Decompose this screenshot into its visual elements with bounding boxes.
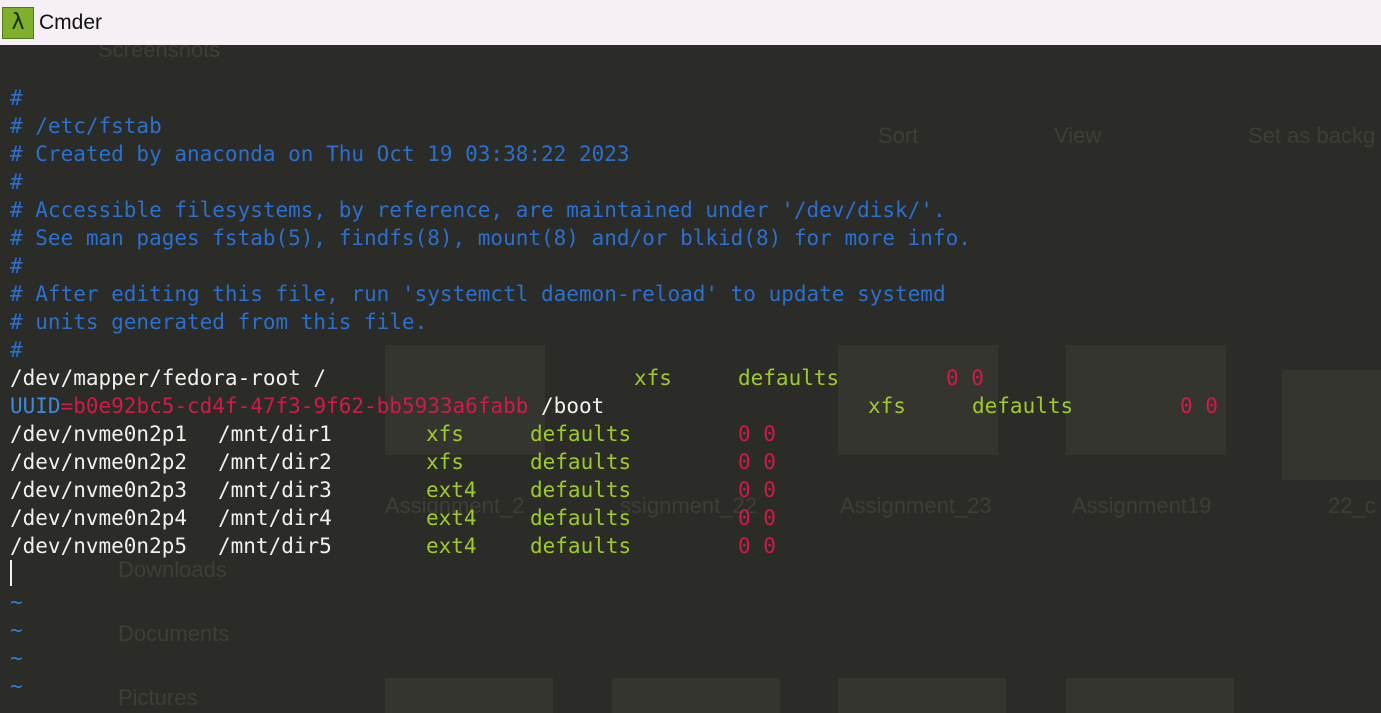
ghost-item-label: Assignment19 xyxy=(1072,493,1212,518)
entry-device: /dev/nvme0n2p1 xyxy=(10,422,188,446)
ghost-thumb xyxy=(1066,678,1234,713)
entry-options: defaults xyxy=(530,534,632,558)
entry-mount: /mnt/dir2 xyxy=(218,450,332,474)
comment-line: # Created by anaconda on Thu Oct 19 03:3… xyxy=(10,142,630,166)
cmder-window: λ Cmder Screenshots Sort View Set as bac… xyxy=(0,0,1381,713)
terminal-area[interactable]: Screenshots Sort View Set as backg Assig… xyxy=(0,45,1381,713)
empty-line-tilde: ~ xyxy=(10,618,23,642)
uuid-value: b0e92bc5-cd4f-47f3-9f62-bb5933a6fabb xyxy=(73,394,529,418)
ghost-set-background: Set as backg xyxy=(1248,123,1376,148)
entry-options: defaults xyxy=(530,422,632,446)
uuid-equals: = xyxy=(60,394,74,418)
uuid-key: UUID xyxy=(10,394,61,418)
comment-line: # xyxy=(10,170,23,194)
entry-mount: /mnt/dir1 xyxy=(218,422,332,446)
root-dump-pass: 0 0 xyxy=(946,366,984,390)
boot-fstype: xfs xyxy=(868,394,906,418)
entry-fstype: xfs xyxy=(426,450,464,474)
root-fstype: xfs xyxy=(634,366,672,390)
comment-line: # xyxy=(10,254,23,278)
comment-line: # Accessible filesystems, by reference, … xyxy=(10,198,946,222)
entry-device: /dev/nvme0n2p2 xyxy=(10,450,188,474)
ghost-thumb xyxy=(612,678,780,713)
comment-line: # xyxy=(10,86,23,110)
comment-line: # /etc/fstab xyxy=(10,114,162,138)
entry-device: /dev/nvme0n2p4 xyxy=(10,506,188,530)
ghost-nav-item: Pictures xyxy=(118,685,198,710)
entry-mount: /mnt/dir3 xyxy=(218,478,332,502)
ghost-folder-title: Screenshots xyxy=(98,45,221,62)
empty-line-tilde: ~ xyxy=(10,674,23,698)
ghost-item-label: ssignment_22 xyxy=(620,493,757,518)
boot-entry: UUID=b0e92bc5-cd4f-47f3-9f62-bb5933a6fab… xyxy=(10,392,604,420)
comment-line: # xyxy=(10,338,23,362)
entry-fstype: ext4 xyxy=(426,534,477,558)
title-bar[interactable]: λ Cmder xyxy=(0,0,1381,45)
ghost-item-label: Assignment_23 xyxy=(840,493,992,518)
ghost-nav-item: Documents xyxy=(118,621,230,646)
root-options: defaults xyxy=(738,366,840,390)
empty-line-tilde: ~ xyxy=(10,646,23,670)
boot-mount: /boot xyxy=(528,394,605,418)
ghost-sort-label: Sort xyxy=(878,123,919,148)
empty-line-tilde: ~ xyxy=(10,590,23,614)
entry-options: defaults xyxy=(530,450,632,474)
entry-dump-pass: 0 0 xyxy=(738,478,776,502)
comment-line: # After editing this file, run 'systemct… xyxy=(10,282,946,306)
entry-dump-pass: 0 0 xyxy=(738,534,776,558)
lambda-icon: λ xyxy=(2,6,34,39)
entry-mount: /mnt/dir4 xyxy=(218,506,332,530)
ghost-view-label: View xyxy=(1054,123,1102,148)
ghost-nav-item: Downloads xyxy=(118,557,227,582)
entry-dump-pass: 0 0 xyxy=(738,422,776,446)
entry-device: /dev/nvme0n2p5 xyxy=(10,534,188,558)
comment-line: # units generated from this file. xyxy=(10,310,428,334)
entry-fstype: ext4 xyxy=(426,478,477,502)
entry-dump-pass: 0 0 xyxy=(738,450,776,474)
root-device: /dev/mapper/fedora-root / xyxy=(10,366,327,390)
text-cursor[interactable] xyxy=(10,560,12,586)
entry-options: defaults xyxy=(530,478,632,502)
ghost-folder-thumb xyxy=(1282,370,1381,480)
entry-fstype: ext4 xyxy=(426,506,477,530)
comment-line: # See man pages fstab(5), findfs(8), mou… xyxy=(10,226,971,250)
entry-fstype: xfs xyxy=(426,422,464,446)
boot-dump-pass: 0 0 xyxy=(1180,394,1218,418)
entry-options: defaults xyxy=(530,506,632,530)
window-title: Cmder xyxy=(39,10,103,34)
entry-device: /dev/nvme0n2p3 xyxy=(10,478,188,502)
boot-options: defaults xyxy=(972,394,1074,418)
ghost-item-label: 22_c xyxy=(1328,493,1376,518)
ghost-thumb xyxy=(838,678,1006,713)
entry-dump-pass: 0 0 xyxy=(738,506,776,530)
entry-mount: /mnt/dir5 xyxy=(218,534,332,558)
ghost-thumb xyxy=(385,678,553,713)
